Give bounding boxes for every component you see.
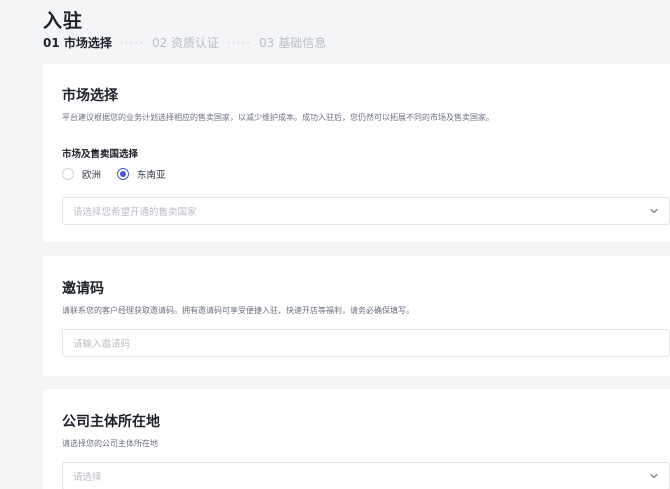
radio-checked-icon (117, 168, 130, 180)
market-selection-card: 市场选择 平台建议根据您的业务计划选择相应的售卖国家，以减少维护成本。成功入驻后… (43, 64, 670, 242)
country-select-placeholder: 请选择您希望开通的售卖国家 (73, 207, 197, 218)
entity-location-card: 公司主体所在地 请选择您的公司主体所在地 请选择 (43, 389, 670, 489)
market-selection-title: 市场选择 (62, 88, 118, 104)
entity-select-placeholder: 请选择 (73, 472, 102, 483)
step-indicator: 01 市场选择 ····· 02 资质认证 ····· 03 基础信息 (43, 34, 326, 51)
market-field-label: 市场及售卖国选择 (62, 149, 139, 160)
radio-unchecked-icon (62, 168, 74, 180)
country-select[interactable]: 请选择您希望开通的售卖国家 (62, 197, 670, 225)
radio-southeast-asia[interactable]: 东南亚 (117, 167, 166, 181)
chevron-down-icon (650, 473, 658, 479)
chevron-down-icon (650, 208, 658, 214)
invite-code-description: 请联系您的客户经理获取邀请码。拥有邀请码可享受便捷入驻、快速开店等福利，请务必确… (62, 306, 414, 315)
radio-southeast-asia-label: 东南亚 (137, 170, 166, 181)
entity-location-title: 公司主体所在地 (62, 414, 160, 430)
step-2: 02 资质认证 (151, 36, 220, 50)
step-separator: ····· (119, 35, 144, 50)
invite-code-title: 邀请码 (62, 281, 104, 297)
market-selection-description: 平台建议根据您的业务计划选择相应的售卖国家，以减少维护成本。成功入驻后，您仍然可… (62, 113, 494, 122)
invite-code-input[interactable]: 请输入邀请码 (62, 329, 670, 357)
invite-code-placeholder: 请输入邀请码 (73, 339, 131, 350)
entity-location-description: 请选择您的公司主体所在地 (62, 439, 158, 448)
step-separator: ····· (227, 35, 252, 50)
onboarding-page: 入驻 01 市场选择 ····· 02 资质认证 ····· 03 基础信息 市… (0, 0, 670, 489)
step-3: 03 基础信息 (259, 36, 327, 50)
market-radio-group: 欧洲 东南亚 (62, 167, 182, 181)
page-title: 入驻 (43, 10, 84, 32)
radio-europe-label: 欧洲 (82, 170, 102, 181)
entity-location-select[interactable]: 请选择 (62, 462, 670, 489)
radio-europe[interactable]: 欧洲 (62, 167, 101, 181)
step-1: 01 市场选择 (43, 36, 112, 50)
invite-code-card: 邀请码 请联系您的客户经理获取邀请码。拥有邀请码可享受便捷入驻、快速开店等福利，… (43, 256, 670, 376)
